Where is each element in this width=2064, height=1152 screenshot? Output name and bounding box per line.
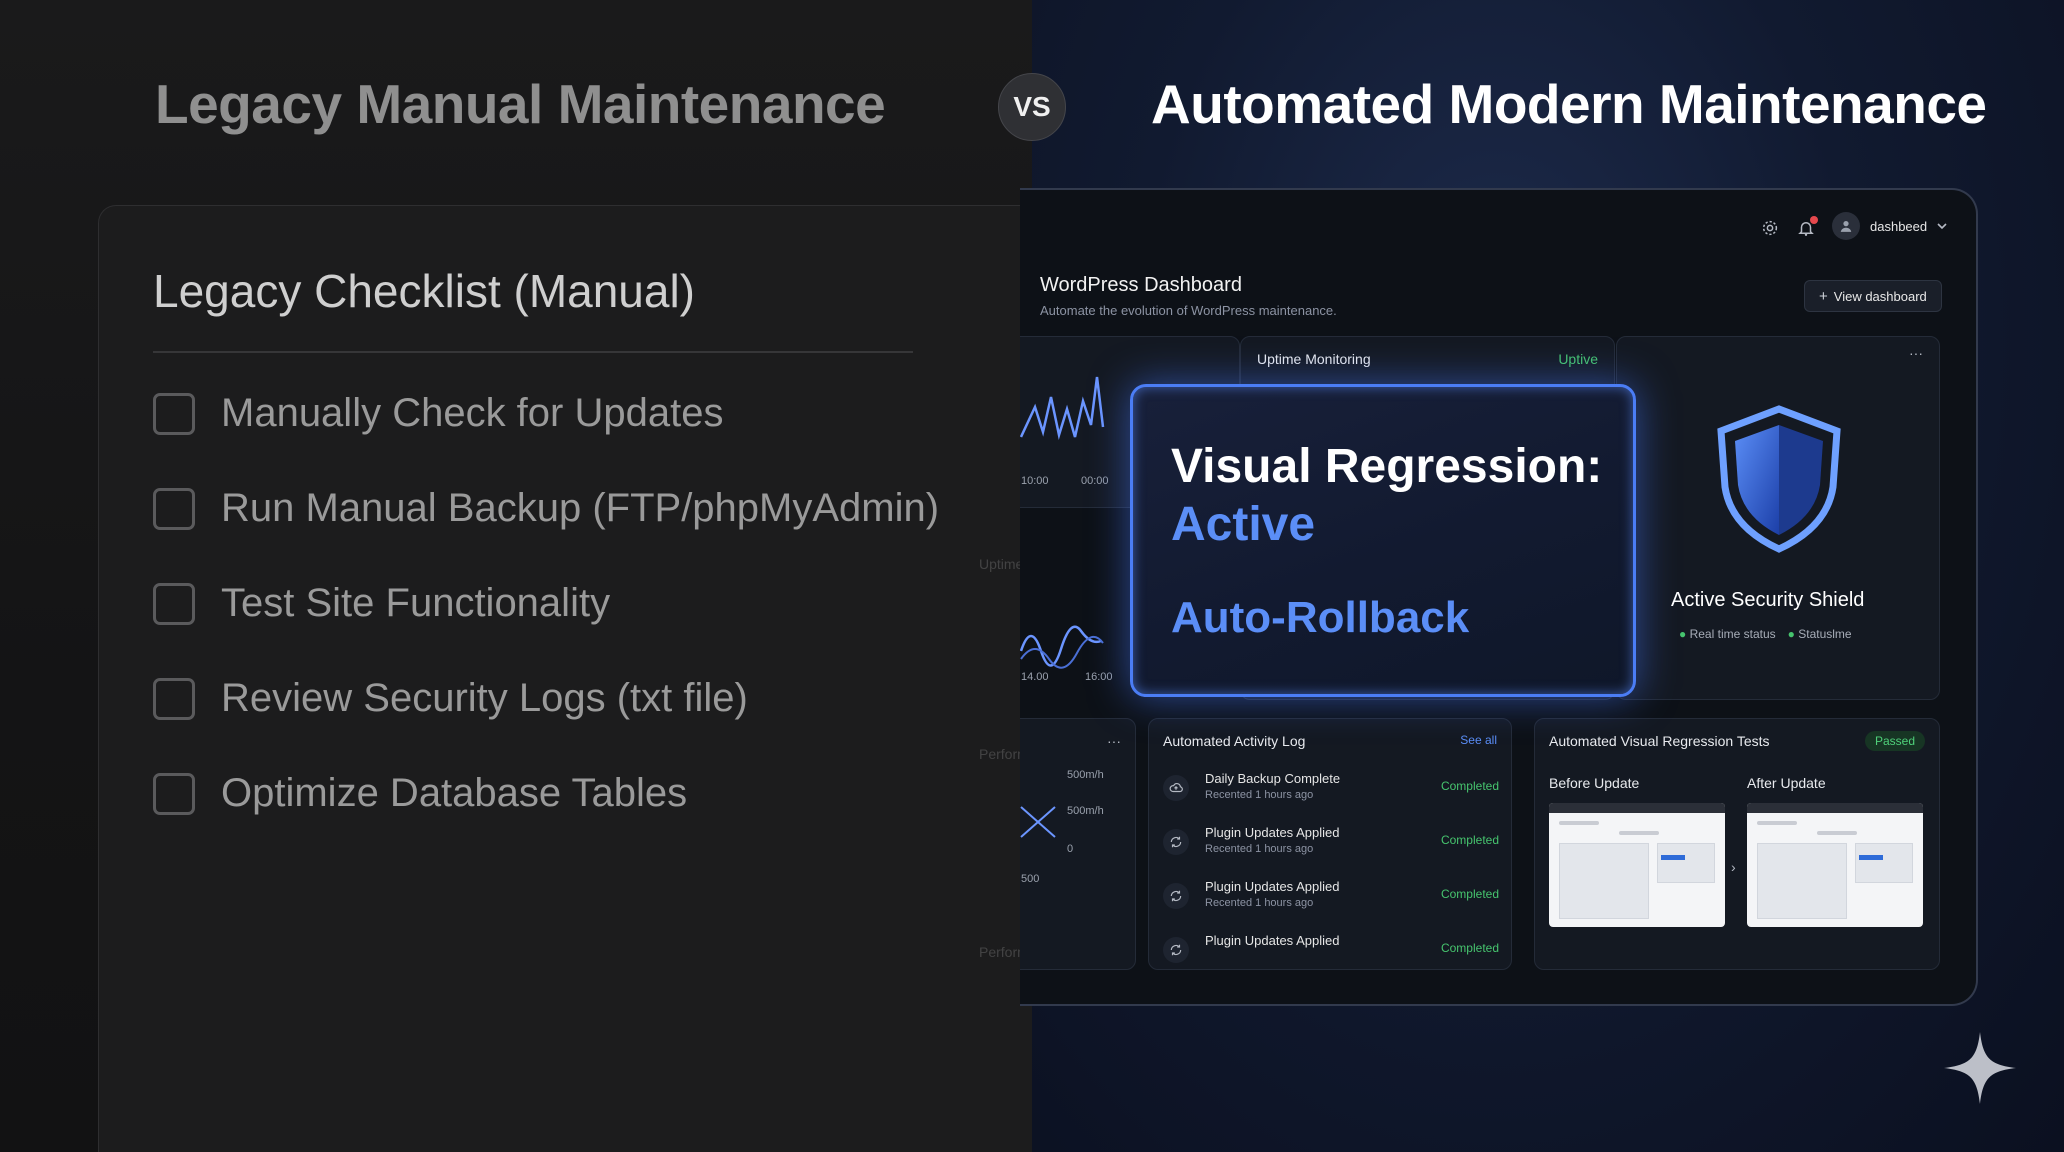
highlight-line-3: Auto-Rollback [1171, 593, 1470, 642]
tick-label: 00:00 [1081, 475, 1109, 487]
divider [153, 351, 913, 353]
legacy-panel-title: Legacy Checklist (Manual) [153, 265, 696, 317]
dashboard-subtitle: Automate the evolution of WordPress main… [1040, 303, 1337, 318]
avatar [1832, 212, 1860, 240]
log-row[interactable]: Plugin Updates Applied Recented 1 hours … [1163, 879, 1499, 925]
security-title: Active Security Shield [1671, 589, 1865, 611]
tick-label: 0 [1067, 843, 1074, 855]
modern-heading: Automated Modern Maintenance [1151, 73, 1987, 135]
user-menu[interactable]: dashbeed [1832, 212, 1947, 240]
tick-label: 500m/h [1067, 805, 1104, 817]
checklist-item[interactable]: Manually Check for Updates [153, 391, 723, 436]
checklist-item[interactable]: Review Security Logs (txt file) [153, 676, 748, 721]
sparkle-icon [1944, 1032, 2016, 1104]
log-title: Plugin Updates Applied [1205, 933, 1340, 948]
regression-tests-title: Automated Visual Regression Tests [1549, 733, 1770, 749]
legend-label: Real time status [1689, 627, 1776, 641]
tick-label: 500m/h [1067, 769, 1104, 781]
log-row[interactable]: Plugin Updates Applied Recented 1 hours … [1163, 825, 1499, 871]
log-status: Completed [1440, 941, 1499, 955]
tick-label: 10:00 [1021, 475, 1049, 487]
legend-item: ● Statuslme [1787, 627, 1852, 641]
log-status: Completed [1440, 833, 1499, 847]
dashboard-title: WordPress Dashboard [1040, 274, 1242, 296]
chevron-right-icon: › [1731, 859, 1736, 875]
log-row[interactable]: Plugin Updates Applied Completed [1163, 933, 1499, 979]
checklist-item-label: Run Manual Backup (FTP/phpMyAdmin) [221, 486, 940, 530]
refresh-icon [1163, 829, 1189, 855]
activity-log-card: Automated Activity Log See all Daily Bac… [1148, 718, 1512, 970]
regression-tests-card: Automated Visual Regression Tests Passed… [1534, 718, 1940, 970]
before-screenshot-thumbnail[interactable] [1549, 803, 1725, 927]
chart-card: ··· 500m/h 500m/h 0 500 [1020, 718, 1136, 970]
checklist-item-label: Manually Check for Updates [221, 391, 724, 435]
log-row[interactable]: Daily Backup Complete Recented 1 hours a… [1163, 771, 1499, 817]
highlight-line-2: Active [1171, 498, 1316, 551]
visual-regression-highlight-card: Visual Regression: Active Auto-Rollback [1130, 384, 1636, 697]
after-screenshot-thumbnail[interactable] [1747, 803, 1923, 927]
ghost-dashboard: Uptime Monitoring Performance Metrics Pe… [859, 276, 1032, 1076]
see-all-link[interactable]: See all [1460, 733, 1497, 747]
bell-icon[interactable] [1794, 216, 1818, 240]
refresh-icon [1163, 937, 1189, 963]
uptime-status: Uptive [1558, 351, 1598, 367]
log-title: Plugin Updates Applied [1205, 879, 1340, 894]
notification-dot [1810, 216, 1818, 224]
plus-icon: + [1819, 287, 1828, 305]
checklist-item-label: Optimize Database Tables [221, 771, 688, 815]
checkbox[interactable] [153, 677, 195, 720]
user-name: dashbeed [1870, 218, 1928, 234]
legend-label: Statuslme [1798, 627, 1852, 641]
before-label: Before Update [1549, 775, 1640, 791]
log-subtitle: Recented 1 hours ago [1205, 843, 1314, 855]
cloud-upload-icon [1163, 775, 1189, 801]
log-title: Plugin Updates Applied [1205, 825, 1340, 840]
log-status: Completed [1440, 779, 1499, 793]
cross-chart [1020, 806, 1056, 838]
refresh-icon [1163, 883, 1189, 909]
log-subtitle: Recented 1 hours ago [1205, 897, 1314, 909]
checklist-item[interactable]: Run Manual Backup (FTP/phpMyAdmin) [153, 486, 939, 531]
after-label: After Update [1747, 775, 1826, 791]
tick-label: 500 [1021, 873, 1040, 885]
checklist-item-label: Test Site Functionality [221, 581, 611, 625]
vs-badge: VS [998, 73, 1066, 141]
security-card: ··· Active Security Shield ● Real time s… [1616, 336, 1940, 700]
checklist-item-label: Review Security Logs (txt file) [221, 676, 748, 720]
legacy-heading: Legacy Manual Maintenance [155, 73, 886, 135]
log-title: Daily Backup Complete [1205, 771, 1341, 786]
gear-icon[interactable] [1758, 216, 1782, 240]
activity-log-title: Automated Activity Log [1163, 733, 1306, 749]
checklist-item[interactable]: Optimize Database Tables [153, 771, 687, 816]
view-dashboard-label: View dashboard [1833, 288, 1927, 304]
highlight-line-1: Visual Regression: [1171, 440, 1603, 493]
tick-label: 16:00 [1085, 671, 1113, 683]
legacy-checklist-panel: Uptime Monitoring Performance Metrics Pe… [98, 205, 1032, 1152]
checkbox[interactable] [153, 392, 195, 435]
checkbox[interactable] [153, 487, 195, 530]
tick-label: 14.00 [1021, 671, 1049, 683]
security-legend: ● Real time status ● Statuslme [1679, 627, 1852, 641]
shield-icon [1717, 405, 1841, 553]
uptime-title: Uptime Monitoring [1257, 351, 1371, 367]
chevron-down-icon [1937, 223, 1947, 230]
view-dashboard-button[interactable]: + View dashboard [1804, 280, 1942, 312]
legend-item: ● Real time status [1679, 627, 1776, 641]
checkbox[interactable] [153, 582, 195, 625]
log-subtitle: Recented 1 hours ago [1205, 789, 1314, 801]
status-badge: Passed [1864, 731, 1925, 751]
checklist-item[interactable]: Test Site Functionality [153, 581, 610, 626]
checkbox[interactable] [153, 772, 195, 815]
log-status: Completed [1440, 887, 1499, 901]
more-icon[interactable]: ··· [1909, 345, 1923, 361]
